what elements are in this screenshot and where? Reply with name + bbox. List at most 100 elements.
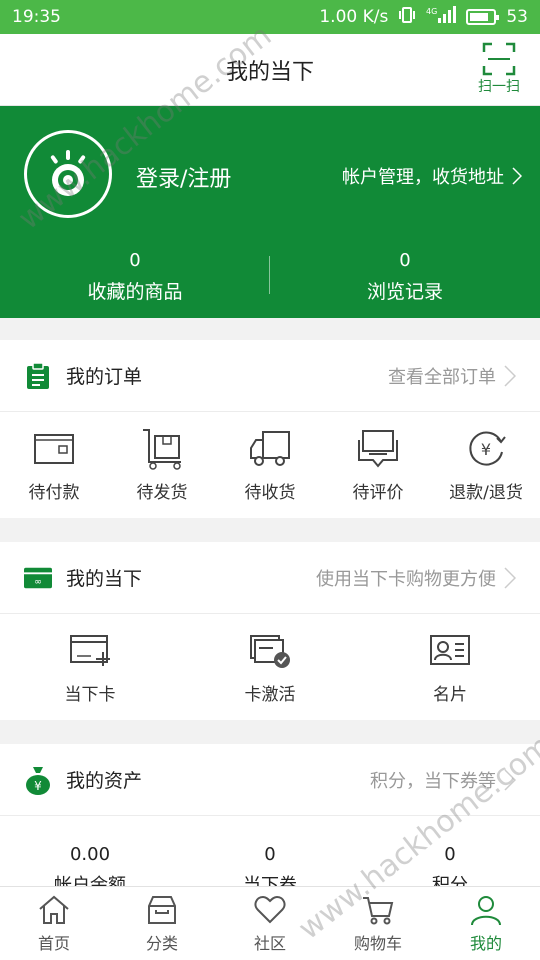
dx-card-button[interactable]: 当下卡 <box>0 614 180 720</box>
network-speed: 1.00 K/s <box>319 7 389 27</box>
avatar[interactable] <box>24 130 112 218</box>
mydx-title: 我的当下 <box>66 568 143 590</box>
coupons[interactable]: 0 当下券 <box>180 844 360 886</box>
pending-shipment-label: 待发货 <box>136 482 188 503</box>
view-all-orders-label: 查看全部订单 <box>388 366 496 388</box>
history-stat[interactable]: 0 浏览记录 <box>270 250 540 304</box>
home-icon <box>39 895 69 924</box>
refund-return-label: 退款/退货 <box>449 482 523 503</box>
business-card-button[interactable]: 名片 <box>360 614 540 720</box>
account-balance-value: 0.00 <box>69 844 111 865</box>
assets-title: 我的资产 <box>66 770 143 792</box>
chevron-right-icon <box>504 768 516 791</box>
pending-payment-button[interactable]: 待付款 <box>0 412 108 518</box>
coupons-label: 当下券 <box>243 875 297 886</box>
card-activate-label: 卡激活 <box>244 684 296 705</box>
signal-icon: 4G <box>426 5 457 29</box>
nav-community-label: 社区 <box>253 933 286 953</box>
nav-category-label: 分类 <box>145 933 178 953</box>
coupons-value: 0 <box>264 844 276 865</box>
assets-more-label: 积分，当下券等 <box>370 770 496 792</box>
assets-section: ¥ 我的资产 积分，当下券等 0.00 帐户余额 0 当下券 0 积分 <box>0 744 540 886</box>
svg-text:∞: ∞ <box>34 576 42 587</box>
chevron-right-icon <box>512 167 522 185</box>
chevron-right-icon <box>504 364 516 387</box>
pending-review-button[interactable]: 待评价 <box>324 412 432 518</box>
history-count: 0 <box>399 250 411 271</box>
truck-icon <box>250 430 290 466</box>
orders-header[interactable]: 我的订单 查看全部订单 <box>0 340 540 412</box>
status-bar: 19:35 1.00 K/s 4G 53 <box>0 0 540 34</box>
account-management-label: 帐户管理，收货地址 <box>342 167 504 188</box>
account-management-link[interactable]: 帐户管理，收货地址 <box>342 163 522 189</box>
history-label: 浏览记录 <box>366 281 443 303</box>
battery-level: 53 <box>506 7 528 27</box>
orders-section: 我的订单 查看全部订单 待付款 待发货 待收货 待评价 ¥ 退款/退货 <box>0 340 540 518</box>
favorites-stat[interactable]: 0 收藏的商品 <box>0 250 270 304</box>
mydx-header[interactable]: ∞ 我的当下 使用当下卡购物更方便 <box>0 542 540 614</box>
mydx-row: 当下卡 卡激活 名片 <box>0 614 540 720</box>
money-bag-icon: ¥ <box>24 766 52 795</box>
mydx-more-link[interactable]: 使用当下卡购物更方便 <box>316 565 516 591</box>
favorites-label: 收藏的商品 <box>87 281 183 303</box>
nav-category[interactable]: 分类 <box>108 887 216 960</box>
svg-text:¥: ¥ <box>481 440 491 459</box>
svg-text:¥: ¥ <box>34 779 42 793</box>
account-balance[interactable]: 0.00 帐户余额 <box>0 844 180 886</box>
scan-label: 扫一扫 <box>478 79 520 95</box>
scan-button[interactable]: 扫一扫 <box>478 42 520 96</box>
nav-me[interactable]: 我的 <box>432 887 540 960</box>
view-all-orders-link[interactable]: 查看全部订单 <box>388 363 516 389</box>
network-type: 4G <box>426 7 437 16</box>
user-icon <box>471 895 501 925</box>
nav-cart-label: 购物车 <box>353 933 402 953</box>
nav-home[interactable]: 首页 <box>0 887 108 960</box>
brand-logo-icon <box>50 150 86 196</box>
refund-icon: ¥ <box>469 431 506 465</box>
login-register-link[interactable]: 登录/注册 <box>136 161 231 193</box>
assets-more-link[interactable]: 积分，当下券等 <box>370 767 516 793</box>
vibrate-icon <box>398 6 416 29</box>
card-icon: ∞ <box>24 564 52 592</box>
mydx-section: ∞ 我的当下 使用当下卡购物更方便 当下卡 卡激活 名片 <box>0 542 540 720</box>
status-time: 19:35 <box>12 7 61 27</box>
cart-icon <box>363 896 394 924</box>
pending-shipment-button[interactable]: 待发货 <box>108 412 216 518</box>
business-card-label: 名片 <box>433 684 467 705</box>
nav-me-label: 我的 <box>469 933 502 953</box>
business-card-icon <box>430 634 470 665</box>
dx-card-label: 当下卡 <box>64 684 116 705</box>
card-activate-icon <box>250 634 290 668</box>
orders-title: 我的订单 <box>66 366 143 388</box>
category-icon <box>148 895 176 924</box>
account-balance-label: 帐户余额 <box>54 875 126 886</box>
mydx-more-label: 使用当下卡购物更方便 <box>316 568 496 590</box>
nav-home-label: 首页 <box>37 933 70 953</box>
nav-cart[interactable]: 购物车 <box>324 887 432 960</box>
card-activate-button[interactable]: 卡激活 <box>180 614 360 720</box>
chevron-right-icon <box>504 566 516 589</box>
battery-icon <box>466 9 500 25</box>
pending-review-label: 待评价 <box>352 482 404 503</box>
app-header: 我的当下 扫一扫 <box>0 34 540 106</box>
points-value: 0 <box>444 844 456 865</box>
pending-receipt-button[interactable]: 待收货 <box>216 412 324 518</box>
package-cart-icon <box>143 428 181 470</box>
pending-receipt-label: 待收货 <box>244 482 296 503</box>
clipboard-icon <box>24 361 52 390</box>
favorites-count: 0 <box>129 250 141 271</box>
profile-panel: 登录/注册 帐户管理，收货地址 0 收藏的商品 0 浏览记录 <box>0 106 540 318</box>
page-title: 我的当下 <box>225 59 314 85</box>
heart-icon <box>254 895 286 923</box>
nav-community[interactable]: 社区 <box>216 887 324 960</box>
comment-icon <box>358 429 398 468</box>
refund-return-button[interactable]: ¥ 退款/退货 <box>432 412 540 518</box>
points[interactable]: 0 积分 <box>360 844 540 886</box>
assets-row: 0.00 帐户余额 0 当下券 0 积分 <box>0 816 540 886</box>
bottom-nav: 首页 分类 社区 购物车 我的 <box>0 886 540 960</box>
wallet-icon <box>34 433 74 464</box>
card-plus-icon <box>70 634 110 666</box>
pending-payment-label: 待付款 <box>28 482 80 503</box>
scan-icon <box>482 42 516 76</box>
assets-header[interactable]: ¥ 我的资产 积分，当下券等 <box>0 744 540 816</box>
